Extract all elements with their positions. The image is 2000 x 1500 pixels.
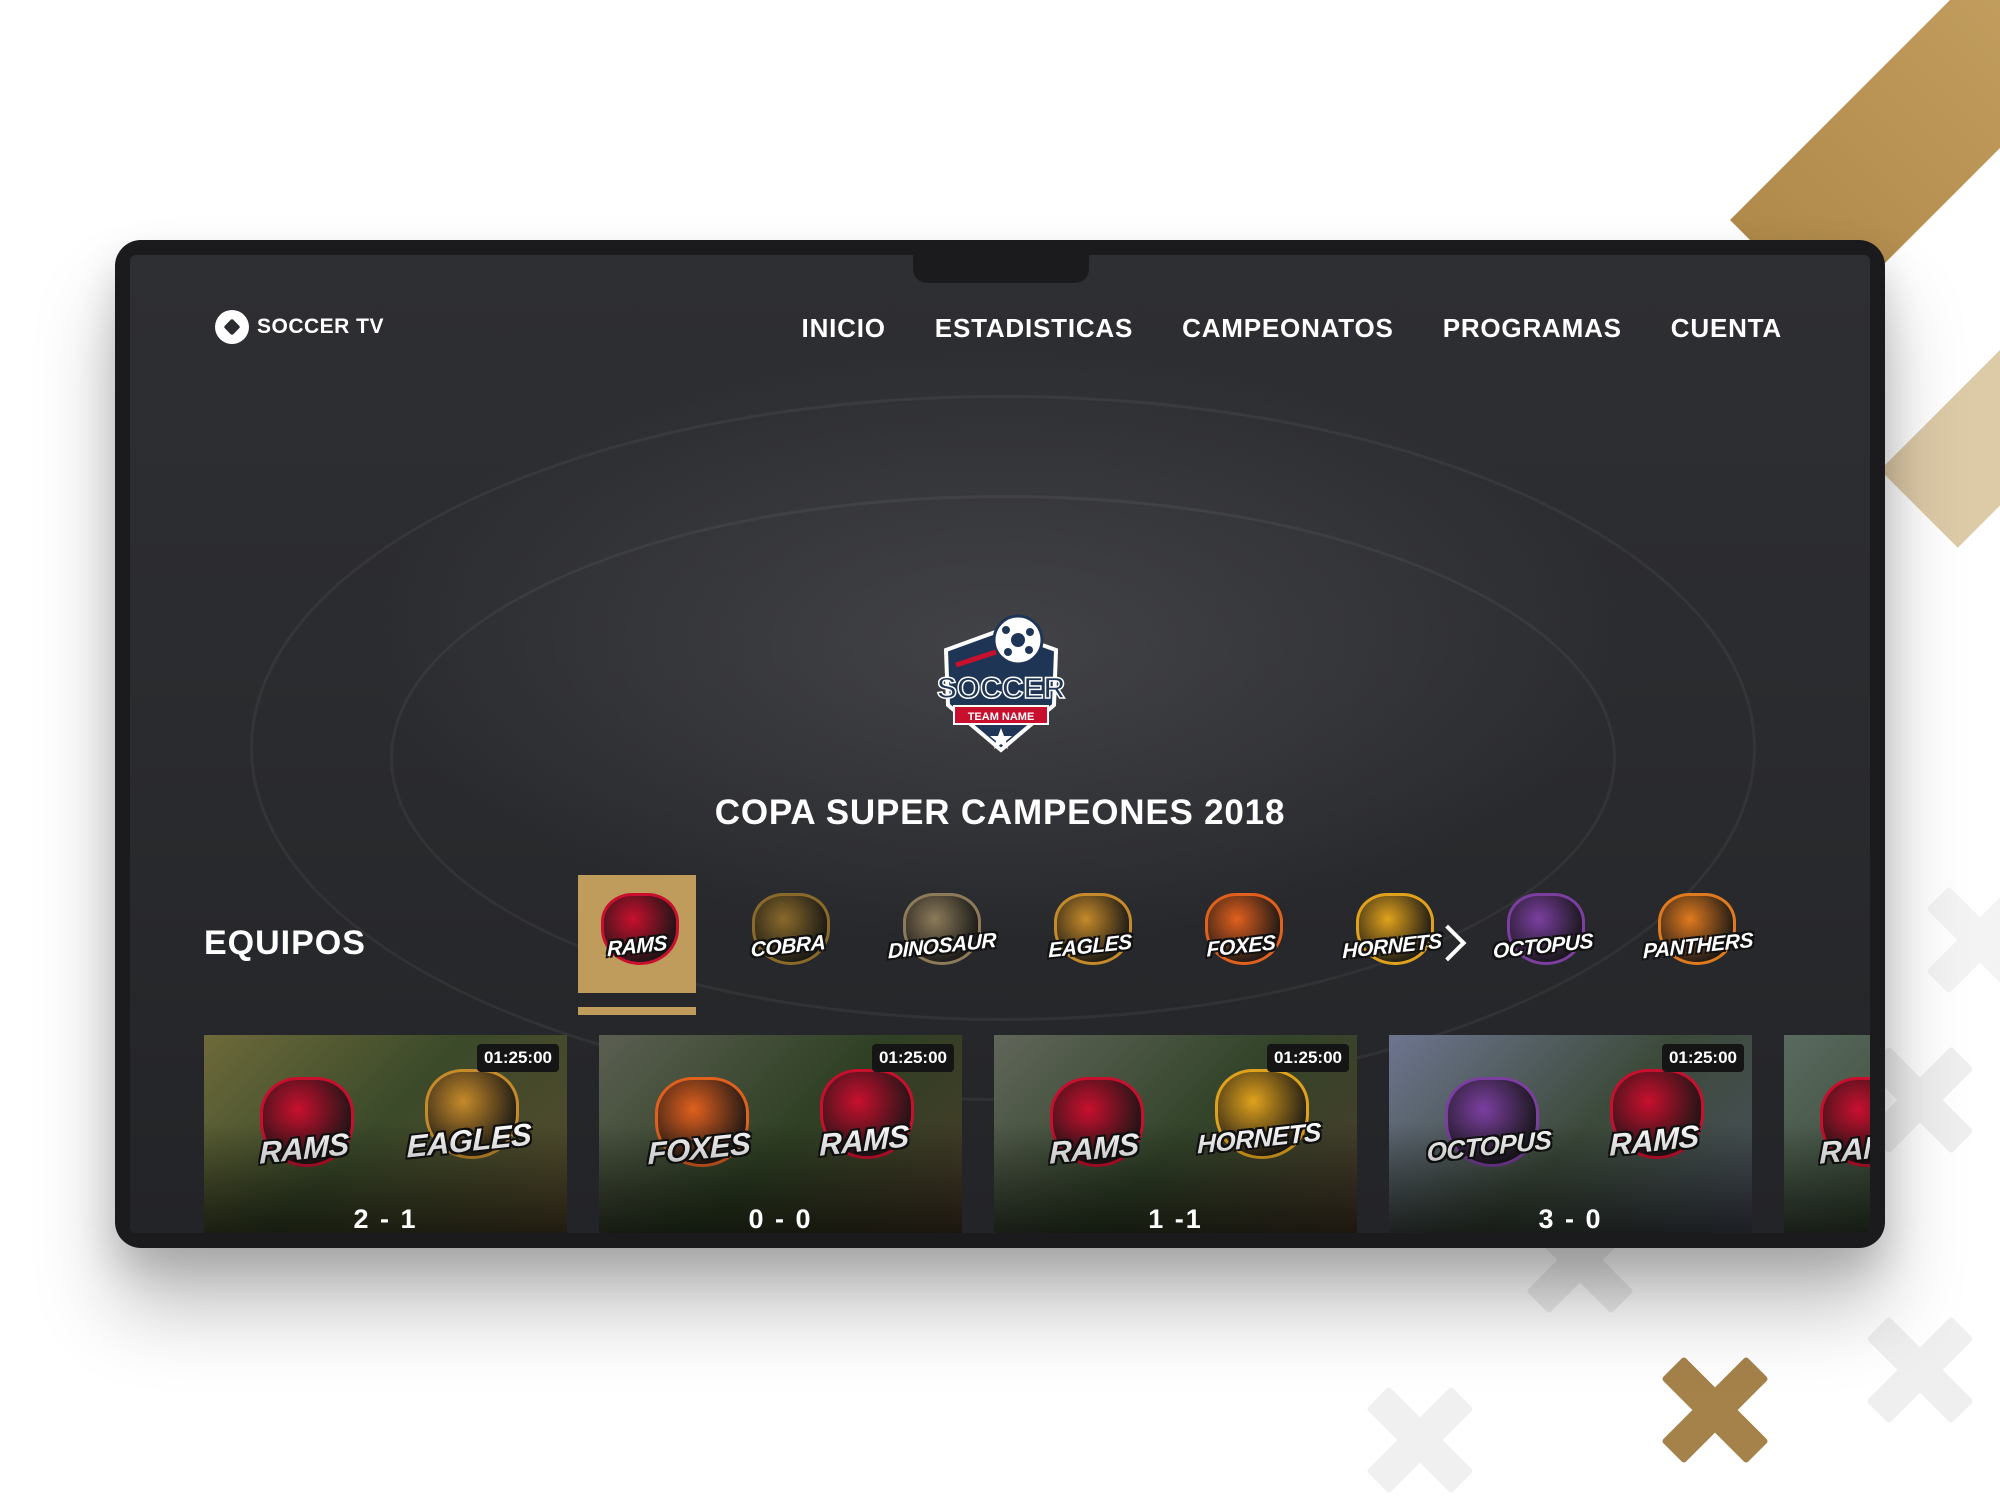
match-card[interactable]: OCTOPUSRAMS01:25:003 - 0DOMINGO 16Fecha …	[1389, 1035, 1752, 1233]
decor-x-light	[1920, 880, 2000, 1000]
eagles-logo-icon: EAGLES	[1047, 891, 1133, 977]
tv-frame: SOCCER TV INICIO ESTADISTICAS CAMPEONATO…	[115, 240, 1885, 1248]
match-thumbnail[interactable]: RAMSEAGLES01:25:002 - 1	[204, 1035, 567, 1233]
match-score: 1 -1	[1148, 1204, 1203, 1233]
match-card[interactable]: RAMSHORNETS01:25:001 -1DOMINGO 16Fecha 0…	[994, 1035, 1357, 1233]
crest-emblem-icon: SOCCER TEAM NAME	[936, 614, 1066, 753]
nav-campeonatos[interactable]: CAMPEONATOS	[1182, 313, 1394, 344]
decor-x-gold	[1655, 1350, 1775, 1470]
team-dinosaur[interactable]: DINOSAUR	[880, 875, 998, 993]
team-panthers[interactable]: PANTHERS	[1635, 875, 1753, 993]
soccer-ball-icon	[215, 310, 249, 344]
duration-badge: 01:25:00	[871, 1044, 954, 1072]
match-card[interactable]: RAMSDOMINGSANTQUILLCOPA SU	[1784, 1035, 1870, 1233]
match-card[interactable]: FOXESRAMS01:25:000 - 0DOMINGO 16Fecha 02…	[599, 1035, 962, 1233]
nav-estadisticas[interactable]: ESTADISTICAS	[935, 313, 1133, 344]
team-foxes[interactable]: FOXES	[1182, 875, 1300, 993]
panthers-logo-icon: PANTHERS	[1643, 891, 1753, 977]
matches-row: RAMSEAGLES01:25:002 - 1DOMINGO 16Fecha 0…	[204, 1035, 1870, 1233]
nav-cuenta[interactable]: CUENTA	[1671, 313, 1782, 344]
nav-inicio[interactable]: INICIO	[802, 313, 886, 344]
dinosaur-logo-icon: DINOSAUR	[888, 891, 996, 977]
rams-logo-icon: RAMS	[594, 891, 680, 977]
match-score: 3 - 0	[1538, 1204, 1603, 1233]
brand-logo[interactable]: SOCCER TV	[215, 310, 384, 344]
octopus-logo-icon: OCTOPUS	[1493, 891, 1593, 977]
cobra-logo-icon: COBRA	[745, 891, 831, 977]
match-thumbnail[interactable]: RAMSHORNETS01:25:001 -1	[994, 1035, 1357, 1233]
match-score: 0 - 0	[748, 1204, 813, 1233]
team-octopus[interactable]: OCTOPUS	[1484, 875, 1602, 993]
crest-word: SOCCER	[937, 672, 1066, 705]
duration-badge: 01:25:00	[476, 1044, 559, 1072]
tv-screen: SOCCER TV INICIO ESTADISTICAS CAMPEONATO…	[130, 255, 1870, 1233]
camera-notch	[913, 255, 1089, 283]
match-score: 2 - 1	[353, 1204, 418, 1233]
thumbnail-shade	[1784, 1035, 1870, 1233]
foxes-logo-icon: FOXES	[1198, 891, 1284, 977]
decor-x-light	[1360, 1380, 1480, 1500]
team-rams[interactable]: RAMS	[578, 875, 696, 993]
teams-carousel: RAMS COBRA DINOSAUR EAGLES FOXES HORNETS OCTOP…	[578, 875, 1753, 993]
team-cobra[interactable]: COBRA	[729, 875, 847, 993]
teams-section-label: EQUIPOS	[204, 924, 366, 962]
crest-ribbon: TEAM NAME	[968, 711, 1035, 723]
decor-x-light	[1860, 1310, 1980, 1430]
match-card[interactable]: RAMSEAGLES01:25:002 - 1DOMINGO 16Fecha 0…	[204, 1035, 567, 1233]
match-thumbnail[interactable]: OCTOPUSRAMS01:25:003 - 0	[1389, 1035, 1752, 1233]
selected-team-indicator	[578, 1007, 696, 1015]
brand-name: SOCCER TV	[257, 315, 385, 338]
team-eagles[interactable]: EAGLES	[1031, 875, 1149, 993]
duration-badge: 01:25:00	[1661, 1044, 1744, 1072]
hornets-logo-icon: HORNETS	[1342, 891, 1442, 977]
decor-gold-stripe-light	[1880, 257, 2000, 548]
main-nav: INICIO ESTADISTICAS CAMPEONATOS PROGRAMA…	[802, 313, 1782, 344]
match-thumbnail[interactable]: FOXESRAMS01:25:000 - 0	[599, 1035, 962, 1233]
tournament-crest: SOCCER TEAM NAME	[936, 610, 1066, 755]
duration-badge: 01:25:00	[1266, 1044, 1349, 1072]
nav-programas[interactable]: PROGRAMAS	[1443, 313, 1622, 344]
tournament-title: COPA SUPER CAMPEONES 2018	[714, 793, 1286, 832]
match-thumbnail[interactable]: RAMS	[1784, 1035, 1870, 1233]
team-hornets[interactable]: HORNETS	[1333, 875, 1451, 993]
